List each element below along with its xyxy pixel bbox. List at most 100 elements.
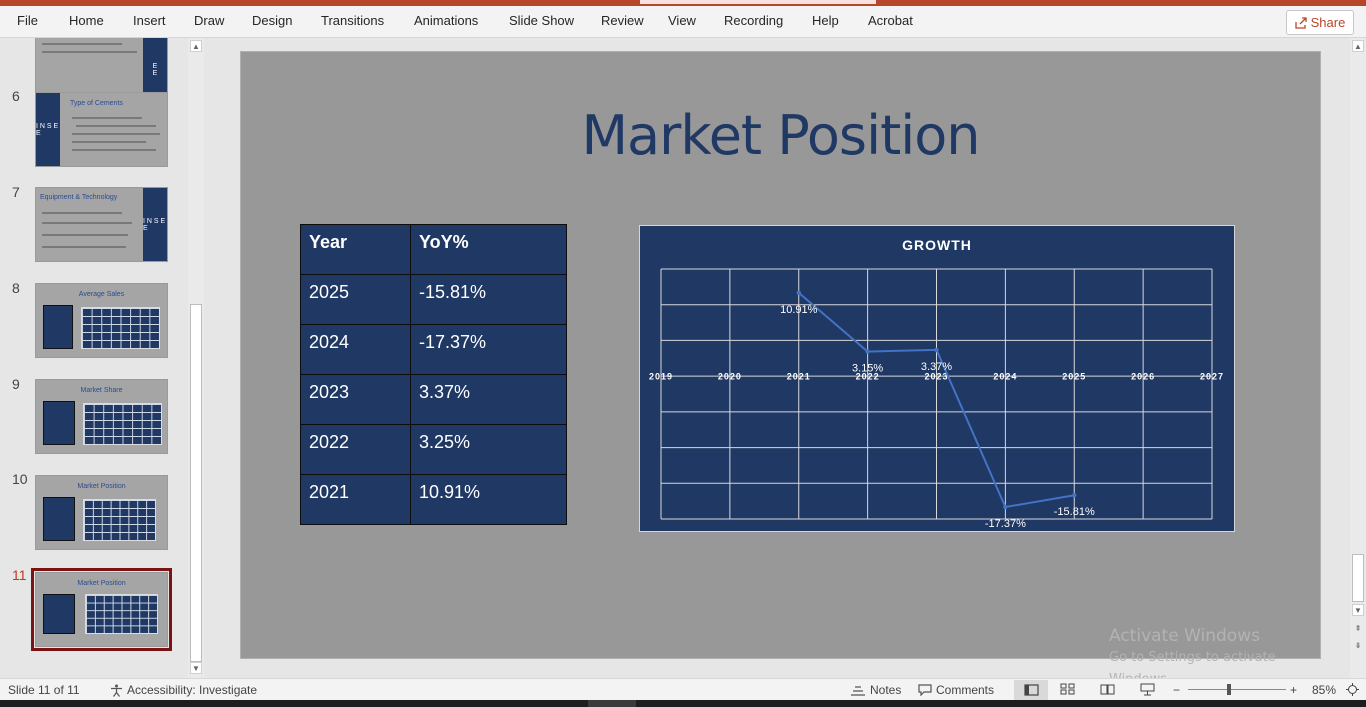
x-tick-label: 2019 [649, 371, 673, 381]
next-slide-icon[interactable]: ⇟ [1352, 639, 1364, 651]
tab-slide-show[interactable]: Slide Show [509, 13, 574, 28]
table-cell[interactable]: 2023 [300, 374, 411, 425]
table-cell[interactable]: -15.81% [410, 274, 567, 325]
slide-number-11: 11 [12, 567, 27, 583]
slide-thumbnail-11[interactable]: Market Position [31, 568, 172, 651]
thumbnail-title: Market Position [77, 483, 126, 490]
comments-button[interactable]: Comments [918, 683, 994, 697]
thumbnail-scrollbar[interactable]: ▲ ▼ [188, 38, 204, 678]
taskbar-active-app[interactable] [588, 700, 636, 707]
slide-sorter-button[interactable] [1060, 683, 1075, 695]
data-point [796, 290, 801, 295]
editor-scroll-thumb[interactable] [1352, 554, 1364, 602]
fit-to-window-button[interactable] [1346, 683, 1359, 696]
zoom-slider-handle[interactable] [1227, 684, 1231, 695]
table-cell[interactable]: 2025 [300, 274, 411, 325]
data-point [1072, 493, 1077, 498]
fit-window-icon [1346, 683, 1359, 696]
thumbnail-title: Market Position [77, 580, 126, 587]
share-button[interactable]: Share [1286, 10, 1354, 35]
slide-title[interactable]: Market Position [241, 104, 1320, 167]
data-label: 3.15% [852, 363, 883, 375]
scroll-up-arrow-icon[interactable]: ▲ [190, 40, 202, 52]
notes-icon [851, 686, 865, 696]
table-header-yoy[interactable]: YoY% [410, 224, 567, 275]
tab-transitions[interactable]: Transitions [321, 13, 384, 28]
slide-number-8: 8 [12, 280, 20, 296]
tab-review[interactable]: Review [601, 13, 644, 28]
notes-label: Notes [870, 683, 902, 697]
data-label: 10.91% [780, 304, 818, 316]
ribbon-tabs: File Home Insert Draw Design Transitions… [0, 6, 1366, 38]
slide-number-9: 9 [12, 376, 20, 392]
scroll-up-arrow-icon[interactable]: ▲ [1352, 40, 1364, 52]
data-label: -17.37% [985, 518, 1026, 530]
slide-thumbnail-9[interactable]: Market Share [35, 379, 168, 454]
title-bar-highlight [640, 0, 876, 4]
slide-sorter-icon [1060, 683, 1075, 695]
slide-number-10: 10 [12, 471, 28, 487]
x-tick-label: 2026 [1131, 371, 1155, 381]
tab-design[interactable]: Design [252, 13, 292, 28]
table-cell[interactable]: -17.37% [410, 324, 567, 375]
thumbnail-side-bar: I N S E E [36, 93, 60, 166]
zoom-level[interactable]: 85% [1312, 683, 1336, 697]
x-tick-label: 2024 [993, 371, 1017, 381]
tab-insert[interactable]: Insert [133, 13, 166, 28]
comments-label: Comments [936, 683, 995, 697]
slide-thumbnail-10[interactable]: Market Position [35, 475, 168, 550]
data-label: 3.37% [921, 361, 952, 373]
table-cell[interactable]: 3.25% [410, 424, 567, 475]
scroll-down-arrow-icon[interactable]: ▼ [1352, 604, 1364, 616]
zoom-in-button[interactable]: + [1290, 683, 1297, 697]
x-tick-label: 2020 [718, 371, 742, 381]
scroll-down-arrow-icon[interactable]: ▼ [190, 662, 202, 674]
table-cell[interactable]: 2022 [300, 424, 411, 475]
slide-number-7: 7 [12, 184, 20, 200]
editor-scrollbar[interactable]: ▲ ▼ ⇞ ⇟ [1350, 38, 1366, 678]
accessibility-icon [111, 684, 122, 697]
slideshow-button[interactable] [1140, 683, 1155, 696]
slideshow-icon [1140, 683, 1155, 696]
zoom-out-button[interactable]: − [1173, 683, 1180, 697]
watermark-title: Activate Windows [1109, 626, 1260, 646]
tab-file[interactable]: File [17, 13, 38, 28]
data-point [865, 349, 870, 354]
tab-help[interactable]: Help [812, 13, 839, 28]
slide-thumbnail-8[interactable]: Average Sales [35, 283, 168, 358]
tab-view[interactable]: View [668, 13, 696, 28]
slide-editor: Market Position Year YoY% 2025 -15.81% 20… [205, 38, 1350, 687]
table-cell[interactable]: 2024 [300, 324, 411, 375]
yoy-table[interactable]: Year YoY% 2025 -15.81% 2024 -17.37% 2023 3.… [300, 224, 567, 525]
slide-canvas[interactable]: Market Position Year YoY% 2025 -15.81% 20… [240, 51, 1321, 687]
thumbnail-title: Market Share [80, 387, 123, 394]
table-cell[interactable]: 2021 [300, 474, 411, 525]
table-header-year[interactable]: Year [300, 224, 411, 275]
tab-home[interactable]: Home [69, 13, 104, 28]
thumbnail-scroll-thumb[interactable] [190, 304, 202, 662]
slide-counter: Slide 11 of 11 [8, 683, 80, 697]
share-icon [1294, 16, 1307, 29]
reading-view-button[interactable] [1100, 683, 1115, 695]
thumbnail-title: Type of Cements [70, 100, 123, 107]
previous-slide-icon[interactable]: ⇞ [1352, 622, 1364, 634]
zoom-slider-track[interactable] [1188, 689, 1286, 690]
notes-button[interactable]: Notes [850, 683, 901, 697]
table-cell[interactable]: 3.37% [410, 374, 567, 425]
normal-view-button[interactable] [1014, 680, 1048, 700]
taskbar [0, 700, 1366, 707]
slide-thumbnail-6[interactable]: I N S E E Type of Cements [35, 92, 168, 167]
thumbnail-side-bar: I N S E E [143, 188, 167, 261]
tab-acrobat[interactable]: Acrobat [868, 13, 913, 28]
table-cell[interactable]: 10.91% [410, 474, 567, 525]
reading-view-icon [1100, 684, 1115, 695]
growth-chart[interactable]: GROWTH 2019 2020 2021 2022 2023 2024 2025 2026 2… [639, 225, 1235, 532]
accessibility-status[interactable]: Accessibility: Investigate [110, 683, 257, 697]
tab-draw[interactable]: Draw [194, 13, 224, 28]
tab-animations[interactable]: Animations [414, 13, 478, 28]
tab-recording[interactable]: Recording [724, 13, 783, 28]
accessibility-label: Accessibility: Investigate [127, 683, 258, 697]
slide-number-6: 6 [12, 88, 20, 104]
slide-thumbnail-7[interactable]: Equipment & Technology I N S E E [35, 187, 168, 262]
normal-view-icon [1023, 684, 1039, 696]
